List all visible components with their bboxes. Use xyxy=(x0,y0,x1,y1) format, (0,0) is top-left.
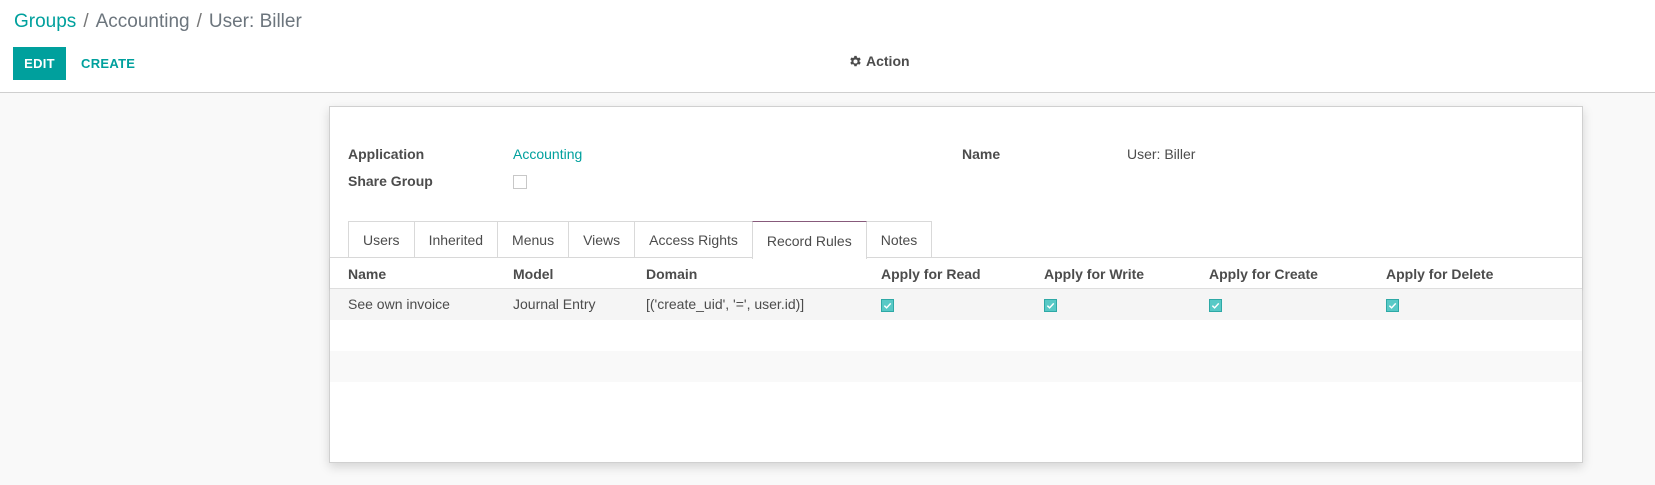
tab-menus[interactable]: Menus xyxy=(497,221,570,258)
form-sheet: Application Accounting Share Group Name … xyxy=(329,106,1583,463)
column-header-model[interactable]: Model xyxy=(513,266,553,282)
breadcrumb-current: User: Biller xyxy=(208,11,302,32)
breadcrumb-separator: / xyxy=(196,11,202,32)
breadcrumb: Groups / Accounting / User: Biller xyxy=(14,11,302,33)
share-group-checkbox[interactable] xyxy=(513,175,527,189)
checkmark-icon xyxy=(1211,302,1220,309)
apply-read-checkbox xyxy=(881,299,894,312)
application-label: Application xyxy=(348,146,425,162)
apply-delete-checkbox xyxy=(1386,299,1399,312)
cell-model: Journal Entry xyxy=(513,296,596,312)
action-label: Action xyxy=(866,53,910,69)
tab-views[interactable]: Views xyxy=(568,221,636,258)
cell-domain: [('create_uid', '=', user.id)] xyxy=(646,296,805,312)
table-row-empty xyxy=(330,320,1582,351)
checkmark-icon xyxy=(1388,302,1397,309)
gear-icon xyxy=(849,55,862,68)
table-row[interactable]: See own invoice Journal Entry [('create_… xyxy=(330,289,1582,320)
notebook-tabs: Users Inherited Menus Views Access Right… xyxy=(348,221,933,259)
edit-button[interactable]: EDIT xyxy=(13,47,66,80)
application-value[interactable]: Accounting xyxy=(513,146,582,162)
column-header-apply-create[interactable]: Apply for Create xyxy=(1209,266,1318,282)
column-header-apply-read[interactable]: Apply for Read xyxy=(881,266,981,282)
apply-create-checkbox xyxy=(1209,299,1222,312)
name-label: Name xyxy=(962,146,1001,162)
column-header-domain[interactable]: Domain xyxy=(646,266,697,282)
create-button[interactable]: CREATE xyxy=(78,47,138,80)
checkmark-icon xyxy=(1046,302,1055,309)
control-panel: Groups / Accounting / User: Biller EDIT CREA… xyxy=(0,0,1655,93)
column-header-apply-write[interactable]: Apply for Write xyxy=(1044,266,1144,282)
tab-users[interactable]: Users xyxy=(348,221,415,258)
name-value: User: Biller xyxy=(1127,146,1196,162)
breadcrumb-accounting[interactable]: Accounting xyxy=(96,11,190,32)
column-header-name[interactable]: Name xyxy=(348,266,386,282)
share-group-label: Share Group xyxy=(348,173,433,189)
breadcrumb-groups[interactable]: Groups xyxy=(14,11,76,32)
action-menu[interactable]: Action xyxy=(849,53,910,69)
tab-notes[interactable]: Notes xyxy=(865,221,933,258)
tab-record-rules[interactable]: Record Rules xyxy=(751,221,867,259)
apply-write-checkbox xyxy=(1044,299,1057,312)
table-header: Name Model Domain Apply for Read Apply f… xyxy=(330,258,1582,289)
table-row-empty xyxy=(330,351,1582,382)
cell-name: See own invoice xyxy=(348,296,450,312)
checkmark-icon xyxy=(883,302,892,309)
breadcrumb-separator: / xyxy=(83,11,89,32)
column-header-apply-delete[interactable]: Apply for Delete xyxy=(1386,266,1493,282)
record-rules-table: Name Model Domain Apply for Read Apply f… xyxy=(330,258,1582,382)
tab-inherited[interactable]: Inherited xyxy=(413,221,499,258)
tab-access-rights[interactable]: Access Rights xyxy=(634,221,753,258)
